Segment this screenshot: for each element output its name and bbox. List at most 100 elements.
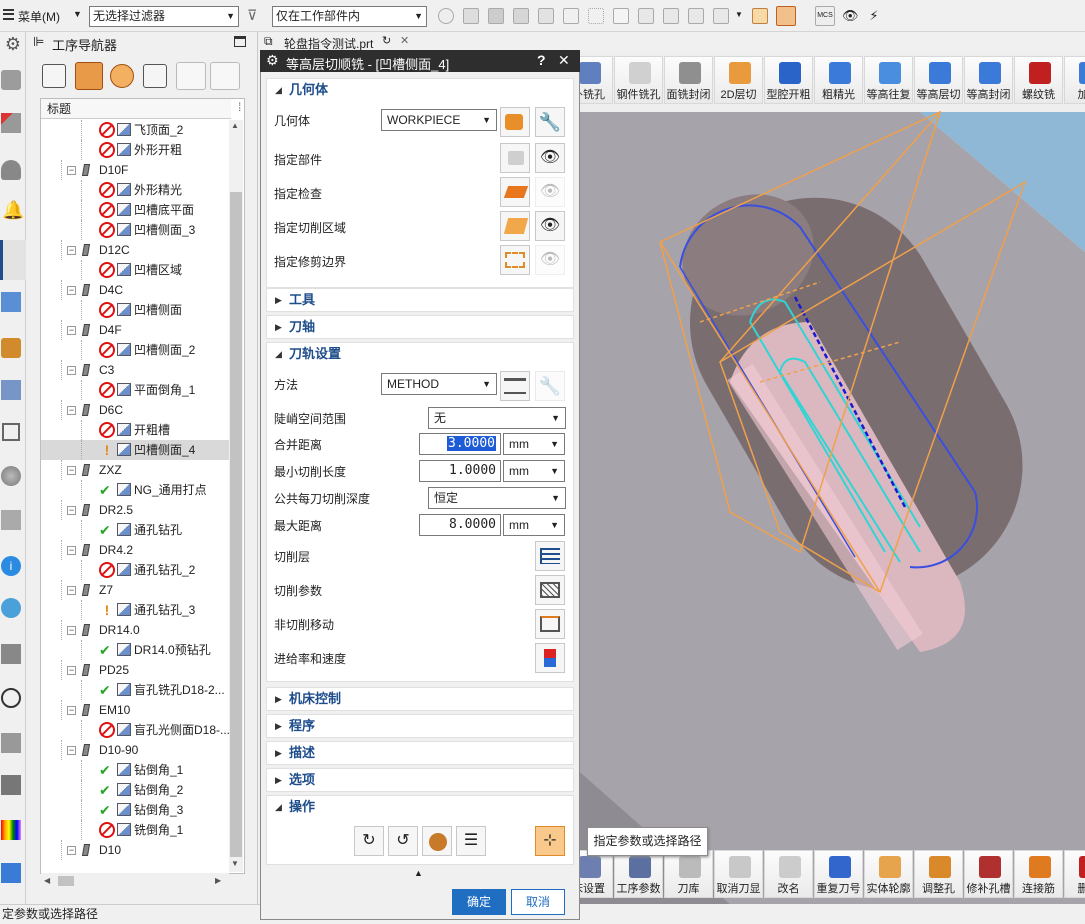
top-toolbar-button[interactable]: 型腔开粗	[764, 56, 813, 104]
tree-toggle-icon[interactable]: −	[67, 506, 76, 515]
tool-group-row[interactable]: − DR14.0	[41, 620, 229, 640]
tool-group-row[interactable]: − Z7	[41, 580, 229, 600]
max-distance-input[interactable]: 8.0000	[419, 514, 501, 536]
edit-method-button[interactable]: 🔧	[535, 371, 565, 401]
specify-cut-area-button[interactable]	[500, 211, 530, 241]
depth-per-cut-dropdown[interactable]: 恒定 ▼	[428, 487, 566, 509]
feature-select-icon[interactable]	[638, 8, 654, 24]
column-resize-handle[interactable]: ⁞	[238, 100, 241, 114]
tool-group-row[interactable]: − D4C	[41, 280, 229, 300]
operation-row[interactable]: 凹槽底平面	[41, 200, 229, 220]
operation-row[interactable]: 开粗槽	[41, 420, 229, 440]
operation-row[interactable]: 飞顶面_2	[41, 120, 229, 140]
tool-group-row[interactable]: − D10-90	[41, 740, 229, 760]
bottom-toolbar-button[interactable]: 取消刀显	[714, 850, 763, 898]
operation-row[interactable]: ✔ NG_通用打点	[41, 480, 229, 500]
tool-group-row[interactable]: − EM10	[41, 700, 229, 720]
tree-toggle-icon[interactable]: −	[67, 586, 76, 595]
delete-operation-icon[interactable]	[210, 62, 240, 90]
merge-distance-unit[interactable]: mm ▼	[503, 433, 565, 455]
show-part-button[interactable]: 👁	[535, 143, 565, 173]
column-header[interactable]: 标题	[41, 99, 231, 119]
part-nav-icon[interactable]	[1, 160, 21, 180]
new-geometry-button[interactable]	[500, 107, 530, 137]
cut-levels-button[interactable]	[535, 541, 565, 571]
operation-row[interactable]: 凹槽侧面_2	[41, 340, 229, 360]
tool-group-row[interactable]: − D4F	[41, 320, 229, 340]
tree-toggle-icon[interactable]: −	[67, 746, 76, 755]
program-order-view-icon[interactable]	[42, 64, 66, 88]
menu-icon[interactable]	[3, 9, 14, 20]
dialog-gear-icon[interactable]: ⚙	[266, 52, 279, 69]
tool-group-row[interactable]: − D12C	[41, 240, 229, 260]
tab-close-icon[interactable]: ✕	[400, 34, 409, 47]
sphere-tool-icon[interactable]	[1, 466, 21, 486]
bottom-toolbar-button[interactable]: 调整孔	[914, 850, 963, 898]
dialog-titlebar[interactable]: ⚙ 等高层切顺铣 - [凹槽侧面_4] ? ✕	[260, 50, 580, 72]
tree-toggle-icon[interactable]: −	[67, 406, 76, 415]
fixture-icon[interactable]	[1, 644, 21, 664]
feeds-speeds-button[interactable]	[535, 643, 565, 673]
specify-trim-button[interactable]	[500, 245, 530, 275]
description-section-header[interactable]: ▶ 描述	[266, 741, 574, 765]
globe-icon[interactable]	[1, 598, 21, 618]
operation-row[interactable]: 盲孔光侧面D18-...	[41, 720, 229, 740]
operation-row[interactable]: ✔ 钻倒角_3	[41, 800, 229, 820]
show-cut-area-button[interactable]: 👁	[535, 211, 565, 241]
tree-toggle-icon[interactable]: −	[67, 666, 76, 675]
tree-toggle-icon[interactable]: −	[67, 246, 76, 255]
program-section-header[interactable]: ▶ 程序	[266, 714, 574, 738]
top-toolbar-button[interactable]: 加工	[1064, 56, 1085, 104]
color-palette-icon[interactable]	[1, 820, 21, 840]
wireless-icon[interactable]: i	[1, 556, 21, 576]
options-section-header[interactable]: ▶ 选项	[266, 768, 574, 792]
scroll-down-arrow-icon[interactable]: ▼	[231, 859, 239, 868]
tree-toggle-icon[interactable]: −	[67, 166, 76, 175]
non-cut-moves-button[interactable]	[535, 609, 565, 639]
bottom-toolbar-button[interactable]: 刀库	[664, 850, 713, 898]
tree-toggle-icon[interactable]: −	[67, 326, 76, 335]
cube-icon[interactable]	[2, 423, 20, 441]
tree-toggle-icon[interactable]: −	[67, 286, 76, 295]
hscroll-thumb[interactable]	[58, 876, 74, 886]
verify-button[interactable]	[422, 826, 452, 856]
solid-select-icon[interactable]	[513, 8, 529, 24]
operation-row[interactable]: 平面倒角_1	[41, 380, 229, 400]
axis-section-header[interactable]: ▶ 刀轴	[266, 315, 574, 339]
show-icon[interactable]: 👁	[842, 8, 859, 24]
tool-group-row[interactable]: − D10F	[41, 160, 229, 180]
file-tab[interactable]: ⧉ 轮盘指令测试.prt ↻ ✕	[260, 32, 580, 52]
operation-row[interactable]: 凹槽区域	[41, 260, 229, 280]
operation-row[interactable]: 凹槽侧面_3	[41, 220, 229, 240]
operation-row[interactable]: ✔ 通孔钻孔	[41, 520, 229, 540]
operation-navigator-tab-icon[interactable]	[0, 240, 26, 280]
show-trim-button[interactable]: 👁	[535, 245, 565, 275]
cube-view-icon[interactable]	[752, 8, 768, 24]
orange-cube-icon[interactable]	[776, 6, 796, 26]
chevron-down-icon[interactable]: ▼	[735, 10, 743, 19]
merge-distance-input[interactable]: 3.0000	[419, 433, 501, 455]
hide-icon[interactable]: ⚡	[866, 8, 882, 24]
operation-row[interactable]: ! 凹槽侧面_4	[41, 440, 229, 460]
tool-group-row[interactable]: − PD25	[41, 660, 229, 680]
operation-row[interactable]: ✔ 盲孔铣孔D18-2...	[41, 680, 229, 700]
operation-row[interactable]: 外形开粗	[41, 140, 229, 160]
filter-icon[interactable]: ⊽	[247, 7, 257, 24]
geometry-view-icon[interactable]	[110, 64, 134, 88]
tool-group-row[interactable]: − D6C	[41, 400, 229, 420]
help-button[interactable]: ?	[537, 52, 546, 68]
body-select-icon[interactable]	[488, 8, 504, 24]
navigator-pin-icon[interactable]: ⊫	[33, 34, 44, 50]
tool-group-row[interactable]: − C3	[41, 360, 229, 380]
top-toolbar-button[interactable]: 等高封闭	[964, 56, 1013, 104]
bottom-toolbar-button[interactable]: 工序参数	[614, 850, 663, 898]
top-toolbar-button[interactable]: 螺纹铣	[1014, 56, 1063, 104]
no-select-icon[interactable]	[438, 8, 454, 24]
steep-range-dropdown[interactable]: 无 ▼	[428, 407, 566, 429]
operation-row[interactable]: 凹槽侧面	[41, 300, 229, 320]
tool-group-row[interactable]: − DR2.5	[41, 500, 229, 520]
tree-toggle-icon[interactable]: −	[67, 366, 76, 375]
bottom-toolbar-button[interactable]: 改名	[764, 850, 813, 898]
tree-toggle-icon[interactable]: −	[67, 466, 76, 475]
cancel-button[interactable]: 取消	[511, 889, 565, 915]
